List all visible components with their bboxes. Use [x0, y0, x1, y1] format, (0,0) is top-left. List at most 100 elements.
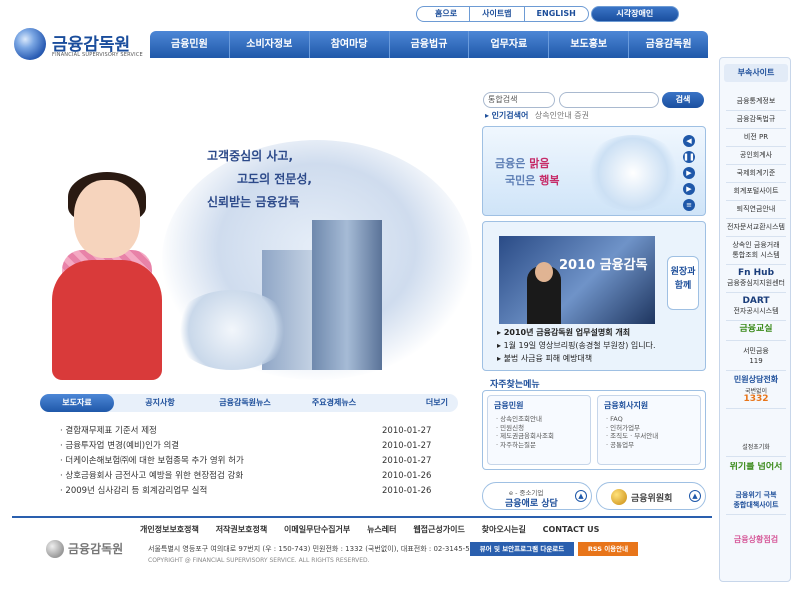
divider: [726, 146, 786, 147]
tab-fss-news[interactable]: 금융감독원뉴스: [200, 394, 290, 412]
nav-about[interactable]: 금융감독원: [629, 31, 708, 58]
list-item[interactable]: · 인허가업무: [598, 424, 700, 433]
home-link[interactable]: 홈으로: [416, 6, 470, 22]
tab-press-releases[interactable]: 보도자료: [40, 394, 114, 412]
tab-notices[interactable]: 공지사항: [130, 394, 190, 412]
sidebar-item-edi[interactable]: 전자문서교환시스템: [722, 222, 790, 233]
pause-icon[interactable]: ❚❚: [683, 151, 695, 163]
list-item[interactable]: · 민원신청: [488, 424, 590, 433]
sidebar-item-vision-pr[interactable]: 비전 PR: [722, 132, 790, 143]
list-item[interactable]: · 공통업무: [598, 441, 700, 450]
play-icon[interactable]: ▶: [683, 167, 695, 179]
list-item[interactable]: · 2009년 심사감리 등 회계감리업무 실적 2010-01-26: [60, 484, 440, 499]
footer-link-privacy[interactable]: 개인정보보호정책: [140, 525, 199, 534]
speaker-face: [535, 262, 553, 282]
more-link[interactable]: 더보기: [426, 394, 448, 412]
promo-banner[interactable]: 금융은 맑음 국민은 행복 ◀ ❚❚ ▶ ▶ ≡: [482, 126, 706, 216]
nav-complaints[interactable]: 금융민원: [150, 31, 230, 58]
finance-status-banner[interactable]: 금융상황점검: [722, 534, 790, 545]
list-item[interactable]: ▸ 2010년 금융감독원 업무설명회 개최: [497, 326, 697, 339]
sidebar-item-accounting-portal[interactable]: 회계포털사이트: [722, 186, 790, 197]
slogan-line-1: 고객중심의 사고,: [207, 149, 294, 163]
divider: [726, 370, 786, 371]
crisis-banner-line2[interactable]: 종합대책사이트: [722, 500, 790, 511]
sme-consult-button[interactable]: e - 중소기업 금융애로 상담 ▲: [482, 482, 592, 510]
news-title[interactable]: · 금융투자업 변경(예비)인가 의결: [60, 439, 360, 454]
rss-button[interactable]: RSS 이용안내: [578, 542, 638, 556]
sidebar-item-pension[interactable]: 퇴직연금안내: [722, 204, 790, 215]
nav-press[interactable]: 보도홍보: [549, 31, 630, 58]
download-viewer-button[interactable]: 뷰어 및 보안프로그램 다운로드: [470, 542, 574, 556]
list-item[interactable]: · FAQ: [598, 415, 700, 424]
news-title[interactable]: · 2009년 심사감리 등 회계감리업무 실적: [60, 484, 360, 499]
news-list: · 결합재무제표 기준서 제정 2010-01-27 · 금융투자업 변경(예비…: [60, 424, 440, 499]
english-link[interactable]: ENGLISH: [523, 6, 589, 22]
list-item[interactable]: · 자주하는질문: [488, 441, 590, 450]
nav-work-materials[interactable]: 업무자료: [469, 31, 550, 58]
visual-impaired-link[interactable]: 시각장애인: [590, 6, 679, 22]
search-button[interactable]: 검색: [662, 92, 704, 108]
fsc-logo-icon: [611, 489, 627, 505]
nav-participation[interactable]: 참여마당: [310, 31, 390, 58]
divider: [726, 236, 786, 237]
footer-link-directions[interactable]: 찾아오시는길: [482, 525, 526, 534]
crisis-banner-title[interactable]: 위기를 넘어서: [722, 462, 790, 473]
divider: [726, 408, 786, 409]
news-date: 2010-01-26: [382, 471, 432, 481]
consult-big-label: 금융애로 상담: [505, 499, 558, 509]
sidebar-item-finance-class[interactable]: 금융교실: [722, 324, 790, 335]
list-item[interactable]: · 상호금융회사 금전사고 예방을 위한 현장점검 강화 2010-01-26: [60, 469, 440, 484]
footer-logo-icon: [46, 540, 64, 558]
news-title[interactable]: · 결합재무제표 기준서 제정: [60, 424, 360, 439]
search-input[interactable]: [559, 92, 659, 108]
list-item[interactable]: · 조직도 · 부서안내: [598, 432, 700, 441]
site-logo[interactable]: 금융감독원 FINANCIAL SUPERVISORY SERVICE: [14, 28, 144, 64]
fsc-button[interactable]: 금융위원회 ▲: [596, 482, 706, 510]
footer-link-copyright[interactable]: 저작권보호정책: [216, 525, 268, 534]
list-item[interactable]: · 금융투자업 변경(예비)인가 의결 2010-01-27: [60, 439, 440, 454]
sidebar-item-119[interactable]: 119: [722, 356, 790, 367]
sidebar-item-inheritance-sub[interactable]: 통합조회 시스템: [722, 250, 790, 261]
prev-icon[interactable]: ◀: [683, 135, 695, 147]
reset-settings-button[interactable]: 설정초기화: [722, 442, 790, 453]
footer-links: 개인정보보호정책 저작권보호정책 이메일무단수집거부 뉴스레터 웹접근성가이드 …: [140, 524, 613, 535]
popular-keyword-link[interactable]: 상속인안내 증권: [535, 111, 589, 120]
news-photo[interactable]: 2010 금융감독: [499, 236, 655, 324]
quick-menu: 금융민원 · 상속인조회안내 · 민원신청 · 제도권금융회사조회 · 자주하는…: [482, 390, 706, 470]
sidebar-item-statistics[interactable]: 금융통계정보: [722, 96, 790, 107]
sitemap-link[interactable]: 사이트맵: [469, 6, 524, 22]
sidebar-item-cpa[interactable]: 공인회계사: [722, 150, 790, 161]
sidebar-item-laws[interactable]: 금융감독법규: [722, 114, 790, 125]
next-icon[interactable]: ▶: [683, 183, 695, 195]
divider: [726, 292, 786, 293]
quick-col-complaints: 금융민원 · 상속인조회안내 · 민원신청 · 제도권금융회사조회 · 자주하는…: [487, 395, 591, 465]
with-governor-button[interactable]: 원장과 함께: [667, 256, 699, 310]
divider: [726, 182, 786, 183]
quick-col-title[interactable]: 금융회사지원: [598, 396, 700, 415]
quick-menu-title: 자주찾는메뉴: [490, 380, 540, 390]
photo-news-list: ▸ 2010년 금융감독원 업무설명회 개최 ▸ 1월 19일 영상브리핑(송경…: [497, 326, 697, 365]
footer-link-contact[interactable]: CONTACT US: [543, 525, 600, 534]
popular-label: 인기검색어: [491, 111, 529, 120]
nav-consumer-info[interactable]: 소비자정보: [230, 31, 310, 58]
footer-link-accessibility[interactable]: 웹접근성가이드: [413, 525, 465, 534]
list-item[interactable]: · 결합재무제표 기준서 제정 2010-01-27: [60, 424, 440, 439]
list-item[interactable]: · 더케이손해보험㈜에 대한 보험종목 추가 영위 허가 2010-01-27: [60, 454, 440, 469]
quick-col-title[interactable]: 금융민원: [488, 396, 590, 415]
sidebar-item-fnhub-sub[interactable]: 금융중심지지원센터: [722, 278, 790, 289]
news-title[interactable]: · 상호금융회사 금전사고 예방을 위한 현장점검 강화: [60, 469, 360, 484]
footer-link-email-refusal[interactable]: 이메일무단수집거부: [284, 525, 350, 534]
list-item[interactable]: · 제도권금융회사조회: [488, 432, 590, 441]
slogan-line-2: 고도의 전문성,: [237, 172, 312, 186]
nav-regulations[interactable]: 금융법규: [390, 31, 470, 58]
list-item[interactable]: ▸ 1월 19일 영상브리핑(송경철 부원장) 입니다.: [497, 339, 697, 352]
list-icon[interactable]: ≡: [683, 199, 695, 211]
list-item[interactable]: ▸ 불법 사금융 피해 예방대책: [497, 352, 697, 365]
footer-link-newsletter[interactable]: 뉴스레터: [367, 525, 396, 534]
sidebar-item-ifrs[interactable]: 국제회계기준: [722, 168, 790, 179]
tab-economy-news[interactable]: 주요경제뉴스: [294, 394, 374, 412]
sidebar-item-dart-sub[interactable]: 전자공시시스템: [722, 306, 790, 317]
news-title[interactable]: · 더케이손해보험㈜에 대한 보험종목 추가 영위 허가: [60, 454, 360, 469]
list-item[interactable]: · 상속인조회안내: [488, 415, 590, 424]
search-scope-select[interactable]: 통합검색: [483, 92, 555, 108]
